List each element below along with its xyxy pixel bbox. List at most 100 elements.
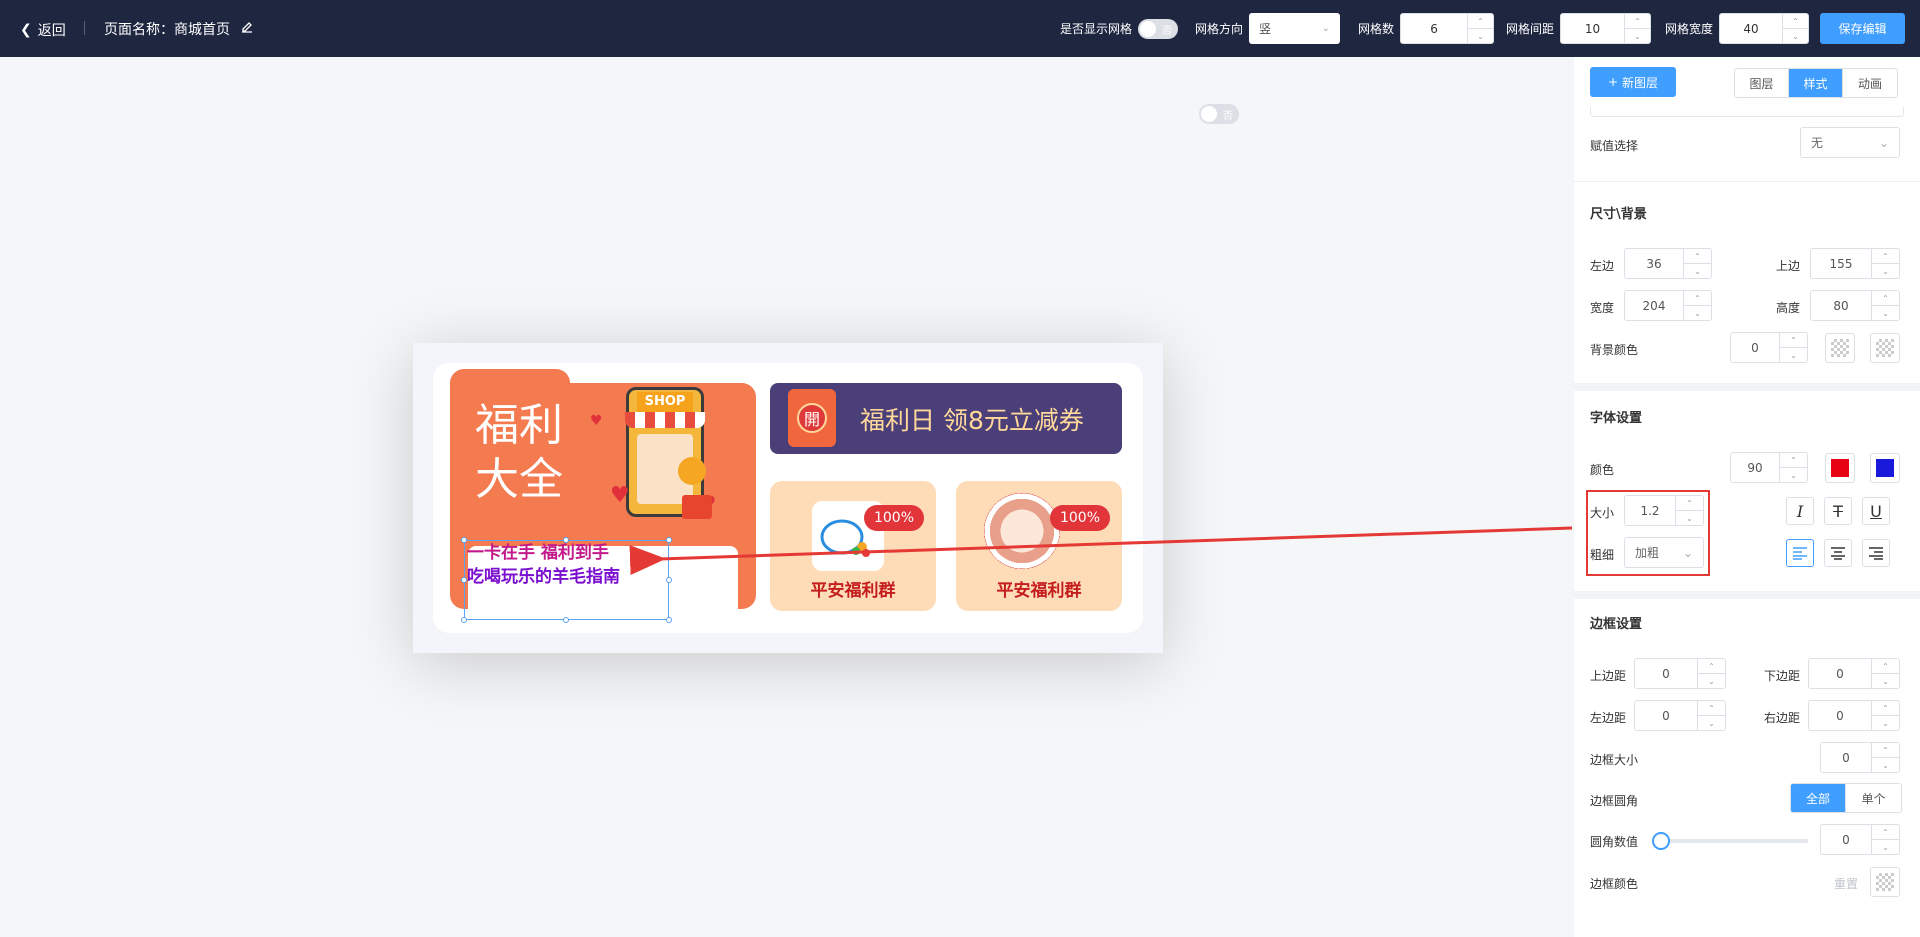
chevron-up-icon[interactable]: ⌃ bbox=[1780, 453, 1807, 468]
radius-slider[interactable] bbox=[1652, 832, 1808, 850]
font-color-picker[interactable] bbox=[1825, 453, 1855, 483]
height-label: 高度 bbox=[1776, 301, 1801, 315]
collapsed-field bbox=[1590, 107, 1904, 117]
chevron-down-icon[interactable]: ⌄ bbox=[1872, 306, 1899, 320]
pad-right-label: 右边距 bbox=[1764, 711, 1801, 725]
align-left-icon bbox=[1793, 547, 1807, 560]
align-right-icon bbox=[1869, 547, 1883, 560]
reset-button[interactable]: 重置 bbox=[1834, 875, 1858, 892]
height-value: 80 bbox=[1833, 298, 1849, 313]
chevron-down-icon[interactable]: ⌄ bbox=[1872, 264, 1899, 278]
pad-bottom-stepper[interactable]: 0 ⌃ ⌄ bbox=[1808, 658, 1900, 689]
border-color-label: 边框颜色 bbox=[1590, 877, 1639, 891]
font-section-title: 字体设置 bbox=[1590, 411, 1643, 426]
top-value: 155 bbox=[1829, 256, 1853, 271]
color-swatch bbox=[1831, 459, 1849, 477]
chevron-down-icon[interactable]: ⌄ bbox=[1872, 758, 1899, 772]
align-center-icon bbox=[1831, 547, 1845, 560]
radius-value-label: 圆角数值 bbox=[1590, 835, 1639, 849]
align-right-button[interactable] bbox=[1862, 539, 1890, 567]
strikethrough-button[interactable]: T bbox=[1824, 497, 1852, 525]
height-stepper[interactable]: 80 ⌃ ⌄ bbox=[1810, 290, 1900, 321]
underline-icon: U bbox=[1870, 501, 1882, 521]
chevron-up-icon[interactable]: ⌃ bbox=[1872, 743, 1899, 758]
chevron-up-icon[interactable]: ⌃ bbox=[1872, 825, 1899, 840]
plus-icon: + bbox=[1607, 75, 1619, 89]
radius-single-option[interactable]: 单个 bbox=[1846, 784, 1901, 812]
new-layer-button[interactable]: + 新图层 bbox=[1590, 67, 1676, 97]
underline-button[interactable]: U bbox=[1862, 497, 1890, 525]
chevron-down-icon[interactable]: ⌄ bbox=[1872, 674, 1899, 688]
panel-tabs: 图层 样式 动画 bbox=[1734, 68, 1898, 98]
border-section-title: 边框设置 bbox=[1590, 617, 1643, 632]
align-left-button[interactable] bbox=[1786, 539, 1814, 567]
radius-all-option[interactable]: 全部 bbox=[1791, 784, 1846, 812]
bg-color-stepper[interactable]: 0 ⌃ ⌄ bbox=[1730, 332, 1808, 363]
chevron-up-icon[interactable]: ⌃ bbox=[1698, 701, 1725, 716]
chevron-up-icon[interactable]: ⌃ bbox=[1872, 659, 1899, 674]
chevron-up-icon[interactable]: ⌃ bbox=[1872, 701, 1899, 716]
radius-value-stepper[interactable]: 0 ⌃ ⌄ bbox=[1820, 824, 1900, 855]
pad-right-value: 0 bbox=[1836, 708, 1844, 723]
assign-value: 无 bbox=[1811, 136, 1824, 150]
pad-left-stepper[interactable]: 0 ⌃ ⌄ bbox=[1634, 700, 1726, 731]
chevron-up-icon[interactable]: ⌃ bbox=[1872, 249, 1899, 264]
new-layer-label: 新图层 bbox=[1622, 75, 1659, 90]
pad-right-stepper[interactable]: 0 ⌃ ⌄ bbox=[1808, 700, 1900, 731]
font-color-stepper[interactable]: 90 ⌃ ⌄ bbox=[1730, 452, 1808, 483]
pad-left-value: 0 bbox=[1662, 708, 1670, 723]
section-gap bbox=[1574, 591, 1920, 599]
chevron-up-icon[interactable]: ⌃ bbox=[1684, 249, 1711, 264]
bg-color-picker-2[interactable] bbox=[1870, 333, 1900, 363]
border-size-label: 边框大小 bbox=[1590, 753, 1639, 767]
section-gap bbox=[1574, 383, 1920, 391]
pad-left-label: 左边距 bbox=[1590, 711, 1627, 725]
chevron-down-icon[interactable]: ⌄ bbox=[1698, 716, 1725, 730]
slider-handle[interactable] bbox=[1652, 832, 1670, 850]
assign-select[interactable]: 无 ⌄ bbox=[1800, 127, 1900, 158]
chevron-down-icon[interactable]: ⌄ bbox=[1872, 840, 1899, 854]
pad-bottom-label: 下边距 bbox=[1764, 669, 1801, 683]
chevron-down-icon: ⌄ bbox=[1878, 135, 1889, 150]
border-size-value: 0 bbox=[1842, 750, 1850, 765]
chevron-up-icon[interactable]: ⌃ bbox=[1780, 333, 1807, 348]
divider bbox=[1574, 181, 1920, 182]
width-value: 204 bbox=[1642, 298, 1666, 313]
transparent-swatch-icon bbox=[1876, 873, 1894, 891]
font-color-picker-2[interactable] bbox=[1870, 453, 1900, 483]
tab-style[interactable]: 样式 bbox=[1789, 69, 1843, 97]
border-color-picker[interactable] bbox=[1870, 867, 1900, 897]
left-value: 36 bbox=[1646, 256, 1662, 271]
chevron-down-icon[interactable]: ⌄ bbox=[1872, 716, 1899, 730]
chevron-up-icon[interactable]: ⌃ bbox=[1872, 291, 1899, 306]
pad-top-value: 0 bbox=[1662, 666, 1670, 681]
width-label: 宽度 bbox=[1590, 301, 1615, 315]
chevron-down-icon[interactable]: ⌄ bbox=[1684, 306, 1711, 320]
chevron-up-icon[interactable]: ⌃ bbox=[1698, 659, 1725, 674]
pad-bottom-value: 0 bbox=[1836, 666, 1844, 681]
align-center-button[interactable] bbox=[1824, 539, 1852, 567]
chevron-down-icon[interactable]: ⌄ bbox=[1698, 674, 1725, 688]
border-size-stepper[interactable]: 0 ⌃ ⌄ bbox=[1820, 742, 1900, 773]
size-section-title: 尺寸\背景 bbox=[1590, 207, 1647, 222]
pad-top-stepper[interactable]: 0 ⌃ ⌄ bbox=[1634, 658, 1726, 689]
chevron-down-icon[interactable]: ⌄ bbox=[1780, 468, 1807, 482]
assign-label: 赋值选择 bbox=[1590, 139, 1639, 153]
tab-layers[interactable]: 图层 bbox=[1735, 69, 1789, 97]
chevron-down-icon[interactable]: ⌄ bbox=[1780, 348, 1807, 362]
annotation-highlight-box bbox=[1586, 490, 1710, 576]
top-stepper[interactable]: 155 ⌃ ⌄ bbox=[1810, 248, 1900, 279]
left-stepper[interactable]: 36 ⌃ ⌄ bbox=[1624, 248, 1712, 279]
tab-animation[interactable]: 动画 bbox=[1843, 69, 1897, 97]
chevron-up-icon[interactable]: ⌃ bbox=[1684, 291, 1711, 306]
transparent-swatch-icon bbox=[1831, 339, 1849, 357]
italic-button[interactable]: I bbox=[1786, 497, 1814, 525]
pad-top-label: 上边距 bbox=[1590, 669, 1627, 683]
color-swatch bbox=[1876, 459, 1894, 477]
left-label: 左边 bbox=[1590, 259, 1615, 273]
width-stepper[interactable]: 204 ⌃ ⌄ bbox=[1624, 290, 1712, 321]
bg-color-picker[interactable] bbox=[1825, 333, 1855, 363]
radius-value: 0 bbox=[1842, 832, 1850, 847]
italic-icon: I bbox=[1796, 501, 1804, 521]
chevron-down-icon[interactable]: ⌄ bbox=[1684, 264, 1711, 278]
